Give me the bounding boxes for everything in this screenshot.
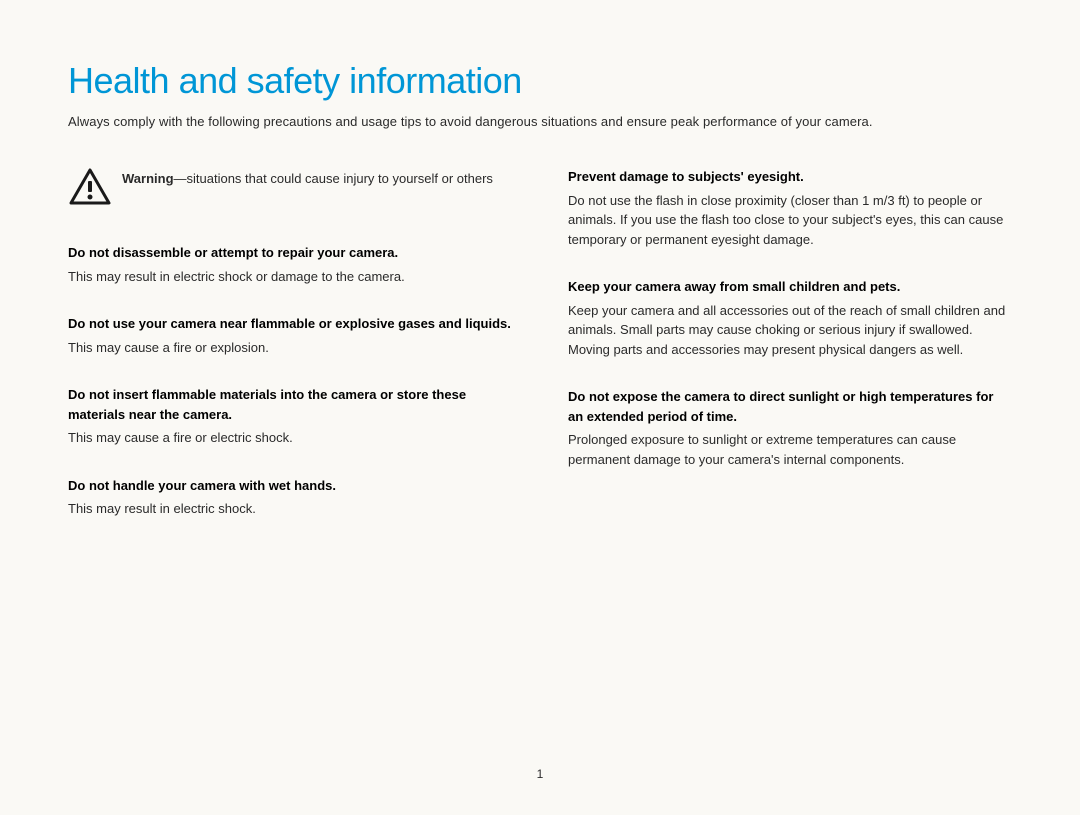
section-heading: Keep your camera away from small childre… xyxy=(568,277,1012,297)
safety-section: Do not handle your camera with wet hands… xyxy=(68,476,512,519)
safety-section: Do not insert flammable materials into t… xyxy=(68,385,512,448)
left-column: Warning—situations that could cause inju… xyxy=(68,167,512,547)
section-body: This may result in electric shock. xyxy=(68,499,512,519)
page-number: 1 xyxy=(537,767,544,781)
section-body: This may cause a fire or explosion. xyxy=(68,338,512,358)
safety-section: Do not use your camera near flammable or… xyxy=(68,314,512,357)
warning-label: Warning xyxy=(122,171,174,186)
warning-triangle-icon xyxy=(68,167,112,207)
page-title: Health and safety information xyxy=(68,60,1012,102)
section-body: This may result in electric shock or dam… xyxy=(68,267,512,287)
safety-section: Prevent damage to subjects' eyesight. Do… xyxy=(568,167,1012,249)
safety-section: Keep your camera away from small childre… xyxy=(568,277,1012,359)
section-heading: Do not insert flammable materials into t… xyxy=(68,385,512,424)
intro-text: Always comply with the following precaut… xyxy=(68,114,1012,129)
section-heading: Do not expose the camera to direct sunli… xyxy=(568,387,1012,426)
section-body: Keep your camera and all accessories out… xyxy=(568,301,1012,360)
section-body: Prolonged exposure to sunlight or extrem… xyxy=(568,430,1012,469)
section-body: Do not use the flash in close proximity … xyxy=(568,191,1012,250)
section-heading: Do not handle your camera with wet hands… xyxy=(68,476,512,496)
safety-section: Do not expose the camera to direct sunli… xyxy=(568,387,1012,469)
section-heading: Do not disassemble or attempt to repair … xyxy=(68,243,512,263)
warning-description: —situations that could cause injury to y… xyxy=(174,171,493,186)
section-heading: Prevent damage to subjects' eyesight. xyxy=(568,167,1012,187)
warning-text: Warning—situations that could cause inju… xyxy=(122,167,493,189)
warning-callout: Warning—situations that could cause inju… xyxy=(68,167,512,207)
safety-section: Do not disassemble or attempt to repair … xyxy=(68,243,512,286)
section-heading: Do not use your camera near flammable or… xyxy=(68,314,512,334)
content-columns: Warning—situations that could cause inju… xyxy=(68,167,1012,547)
section-body: This may cause a fire or electric shock. xyxy=(68,428,512,448)
right-column: Prevent damage to subjects' eyesight. Do… xyxy=(568,167,1012,547)
